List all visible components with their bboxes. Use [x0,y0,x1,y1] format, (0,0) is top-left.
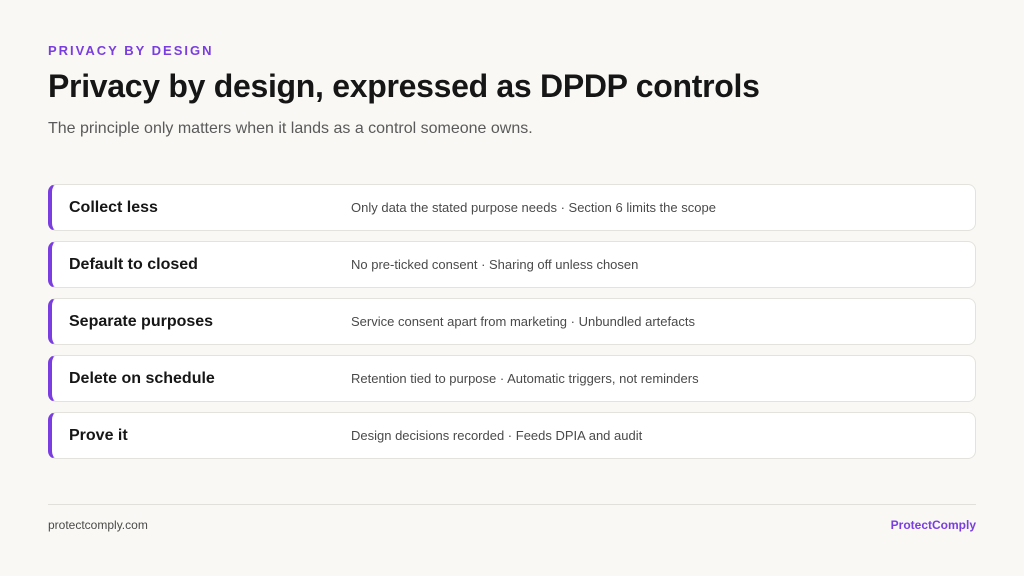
control-label: Collect less [69,199,158,216]
control-label: Delete on schedule [69,370,215,387]
control-row-default-to-closed: Default to closed No pre-ticked consent … [48,241,976,288]
control-row-collect-less: Collect less Only data the stated purpos… [48,184,976,231]
control-row-prove-it: Prove it Design decisions recorded · Fee… [48,412,976,459]
control-label: Separate purposes [69,313,214,330]
control-row-separate-purposes: Separate purposes Service consent apart … [48,298,976,345]
page-title: Privacy by design, expressed as DPDP con… [48,68,760,104]
control-row-delete-on-schedule: Delete on schedule Retention tied to pur… [48,355,976,402]
control-description: No pre-ticked consent · Sharing off unle… [351,257,639,272]
control-description: Service consent apart from marketing · U… [351,314,695,329]
control-description: Design decisions recorded · Feeds DPIA a… [351,428,643,443]
footer-website: protectcomply.com [48,518,148,532]
section-eyebrow: PRIVACY BY DESIGN [48,43,214,58]
footer-divider [48,504,976,505]
control-label: Prove it [69,427,128,444]
control-label: Default to closed [69,256,198,273]
controls-list: Collect less Only data the stated purpos… [48,184,976,469]
control-description: Retention tied to purpose · Automatic tr… [351,371,699,386]
control-description: Only data the stated purpose needs · Sec… [351,200,716,215]
page-subtitle: The principle only matters when it lands… [48,120,533,137]
footer-brand: ProtectComply [890,518,976,532]
